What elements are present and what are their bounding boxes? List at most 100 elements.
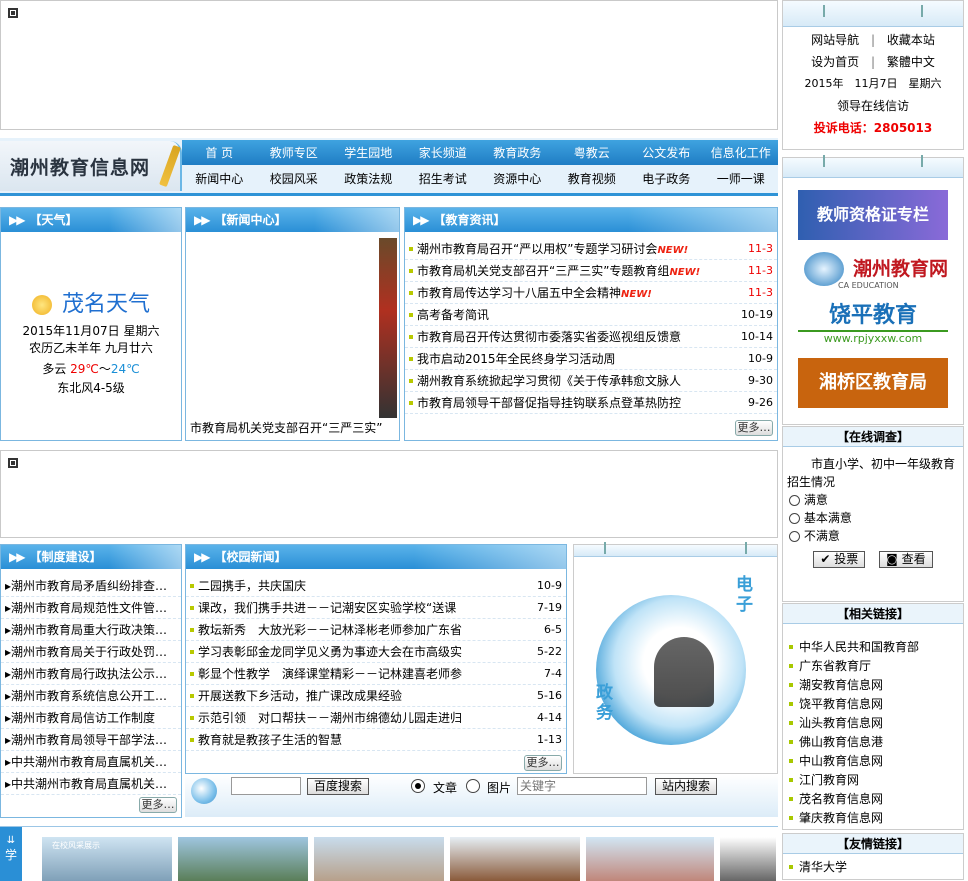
list-item[interactable]: 市教育局领导干部督促指导挂钩联系点登革热防控 9-26 [405,392,777,414]
list-item[interactable]: 潮州市教育局召开“严以用权”专题学习研讨会NEW! 11-3 [405,238,777,260]
related-link[interactable]: 茂名教育信息网 [783,790,963,809]
radio-image[interactable] [466,779,480,793]
list-item[interactable]: 潮州教育系统掀起学习贯彻《关于传承韩愈文脉人 9-30 [405,370,777,392]
nav-home[interactable]: 首 页 [182,144,256,161]
ad-teacher-cert[interactable]: 教师资格证专栏 [798,190,948,240]
more-button[interactable]: 更多… [524,755,562,771]
nav-policy[interactable]: 政策法规 [331,170,405,187]
middle-banner [0,450,778,538]
view-results-button[interactable]: ◙ 查看 [879,551,933,568]
campus-news-header: ▶▶ 【校园新闻】 [186,545,566,569]
related-link[interactable]: 汕头教育信息网 [783,714,963,733]
related-link[interactable]: 潮安教育信息网 [783,676,963,695]
survey-option-radio[interactable] [789,513,800,524]
ad-raoping-edu[interactable]: 饶平教育 www.rpjyxxw.com [798,302,948,352]
baidu-search-button[interactable]: 百度搜索 [307,778,370,795]
list-item[interactable]: ▸潮州市教育局关于行政处罚… [1,641,181,663]
list-item[interactable]: ▸潮州市教育局矛盾纠纷排查… [1,575,181,597]
related-link[interactable]: 中华人民共和国教育部 [783,638,963,657]
friend-link[interactable]: 清华大学 [783,858,963,877]
expand-icon[interactable]: ⇊ [0,835,22,846]
friend-links-title: 【友情链接】 [783,834,963,854]
baidu-search-input[interactable] [231,777,301,795]
school-photo[interactable] [720,837,776,881]
news-caption[interactable]: 市教育局机关党支部召开“三严三实” [190,419,382,436]
nav-affairs[interactable]: 教育政务 [480,144,554,161]
related-links-box: 【相关链接】 中华人民共和国教育部 广东省教育厅 潮安教育信息网 饶平教育信息网… [782,603,964,830]
nav-campus[interactable]: 校园风采 [257,170,331,187]
list-item[interactable]: 二园携手，共庆国庆 10-9 [186,575,566,597]
related-link[interactable]: 广东省教育厅 [783,657,963,676]
nav-video[interactable]: 教育视频 [555,170,629,187]
list-item[interactable]: 课改，我们携手共进－－记潮安区实验学校“送课 7-19 [186,597,566,619]
list-item[interactable]: 彰显个性教学 演绎课堂精彩－－记林建喜老师参 7-4 [186,663,566,685]
related-link[interactable]: 佛山教育信息港 [783,733,963,752]
nav-parent[interactable]: 家长频道 [406,144,480,161]
nav-cloud[interactable]: 粤教云 [555,144,629,161]
more-button[interactable]: 更多… [735,420,773,436]
related-link[interactable]: 饶平教育信息网 [783,695,963,714]
nav-resource[interactable]: 资源中心 [480,170,554,187]
set-home-link[interactable]: 设为首页 [811,55,859,69]
survey-option-radio[interactable] [789,495,800,506]
site-logo[interactable]: 潮州教育信息网 [0,141,182,191]
news-photo[interactable] [379,238,397,418]
nav-lesson[interactable]: 一师一课 [704,170,778,187]
globe-search-icon [191,778,217,804]
traditional-chinese-link[interactable]: 繁體中文 [887,55,935,69]
more-button[interactable]: 更多… [139,797,177,813]
list-item[interactable]: 教坛新秀 大放光彩－－记林泽彬老师参加广东省 6-5 [186,619,566,641]
list-item[interactable]: 我市启动2015年全民终身学习活动周 10-9 [405,348,777,370]
list-item[interactable]: ▸潮州市教育系统信息公开工… [1,685,181,707]
site-search-button[interactable]: 站内搜索 [655,778,718,795]
list-item[interactable]: ▸潮州市教育局行政执法公示… [1,663,181,685]
list-item[interactable]: 示范引领 对口帮扶－－潮州市绵德幼儿园走进归 4-14 [186,707,566,729]
radio-article[interactable] [411,779,425,793]
list-item[interactable]: 开展送教下乡活动，推广课改成果经验 5-16 [186,685,566,707]
ad-xiangqiao-edu[interactable]: 湘桥区教育局 [798,358,948,408]
list-item[interactable]: ▸中共潮州市教育局直属机关… [1,751,181,773]
nav-news[interactable]: 新闻中心 [182,170,256,187]
complaint-phone: 投诉电话：2805013 [813,121,933,135]
list-item[interactable]: ▸中共潮州市教育局直属机关… [1,773,181,795]
keyword-input[interactable] [517,777,647,795]
nav-exam[interactable]: 招生考试 [406,170,480,187]
list-item[interactable]: ▸潮州市教育局领导干部学法… [1,729,181,751]
survey-option-radio[interactable] [789,531,800,542]
nav-egov[interactable]: 电子政务 [629,170,703,187]
list-item[interactable]: 市教育局召开传达贯彻市委落实省委巡视组反馈意 10-14 [405,326,777,348]
news-center-header: ▶▶ 【新闻中心】 [186,208,399,232]
list-item[interactable]: 高考备考简讯 10-19 [405,304,777,326]
top-right-box: 网站导航 | 收藏本站 设为首页 | 繁體中文 2015年 11月7日 星期六 … [782,0,964,150]
nav-docs[interactable]: 公文发布 [629,144,703,161]
related-link[interactable]: 中山教育信息网 [783,752,963,771]
list-item[interactable]: 市教育局传达学习十八届五中全会精神NEW! 11-3 [405,282,777,304]
list-item[interactable]: ▸潮州市教育局规范性文件管… [1,597,181,619]
friend-links-box: 【友情链接】 清华大学 [782,833,964,880]
list-item[interactable]: 学习表彰邱金龙同学见义勇为事迹大会在市高级实 5-22 [186,641,566,663]
list-item[interactable]: ▸潮州市教育局重大行政决策… [1,619,181,641]
school-photo[interactable] [586,837,714,881]
list-item[interactable]: 教育就是教孩子生活的智慧 1-13 [186,729,566,751]
school-photo[interactable] [178,837,308,881]
list-item[interactable]: ▸潮州市教育局信访工作制度 [1,707,181,729]
weather-lunar: 农历乙未羊年 九月廿六 [29,341,153,355]
nav-row-secondary: 新闻中心 校园风采 政策法规 招生考试 资源中心 教育视频 电子政务 一师一课 [182,165,778,192]
nav-student[interactable]: 学生园地 [331,144,405,161]
leader-letter-link[interactable]: 领导在线信访 [783,95,963,117]
site-nav-link[interactable]: 网站导航 [811,33,859,47]
related-link[interactable]: 江门教育网 [783,771,963,790]
nav-it[interactable]: 信息化工作 [704,144,778,161]
list-item[interactable]: 市教育局机关党支部召开“三严三实”专题教育组NEW! 11-3 [405,260,777,282]
image-placeholder-icon [8,458,18,468]
school-photo[interactable] [450,837,580,881]
bookmark-link[interactable]: 收藏本站 [887,33,935,47]
related-link[interactable]: 肇庆教育信息网 [783,809,963,828]
school-photo[interactable] [314,837,444,881]
nav-teacher[interactable]: 教师专区 [257,144,331,161]
ad-chaozhou-edu[interactable]: 潮州教育网 CA EDUCATION [798,246,948,296]
school-photo[interactable]: 在校风采展示 [42,837,172,881]
radio-article-label: 文章 [433,781,458,795]
egov-banner[interactable]: 电子 政务 [573,542,778,774]
vote-button[interactable]: ✔ 投票 [813,551,866,568]
